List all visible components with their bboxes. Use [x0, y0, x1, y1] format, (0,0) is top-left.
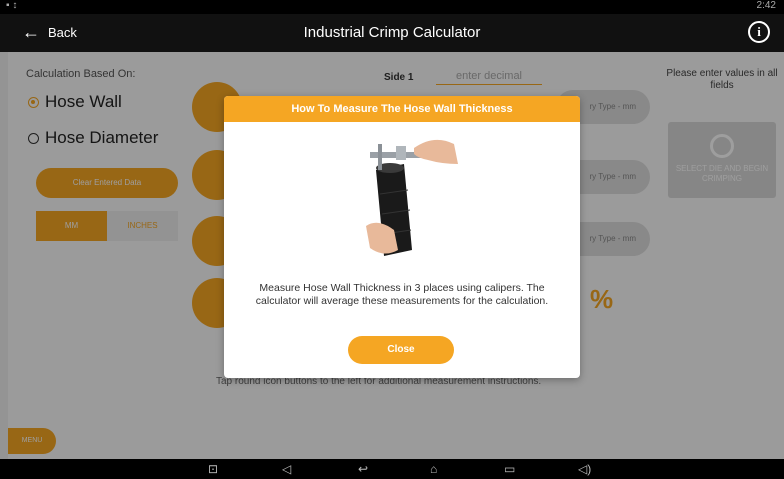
- back-nav-icon[interactable]: ↩: [358, 462, 368, 476]
- status-bar: ▪ ↕ 2:42: [0, 0, 784, 14]
- volume-down-icon[interactable]: ◁: [282, 462, 291, 476]
- app-bar: ← Back Industrial Crimp Calculator i: [0, 14, 784, 52]
- measure-dialog: How To Measure The Hose Wall Thickness M…: [224, 96, 580, 378]
- screenshot-icon[interactable]: ⊡: [208, 462, 218, 476]
- status-time: 2:42: [756, 0, 776, 11]
- android-nav-bar: ⊡ ◁ ↩ ⌂ ▭ ◁): [0, 459, 784, 479]
- dialog-body: Measure Hose Wall Thickness in 3 places …: [255, 282, 549, 307]
- home-nav-icon[interactable]: ⌂: [430, 462, 437, 476]
- volume-up-icon[interactable]: ◁): [578, 462, 591, 476]
- app-title: Industrial Crimp Calculator: [303, 24, 481, 41]
- image-icon: ▪ ↕: [6, 0, 18, 11]
- caliper-hose-illustration: [366, 139, 458, 256]
- dialog-title: How To Measure The Hose Wall Thickness: [224, 96, 580, 122]
- close-button[interactable]: Close: [348, 336, 454, 364]
- recents-nav-icon[interactable]: ▭: [504, 462, 515, 476]
- app-screen: ▪ ↕ 2:42 ← Back Industrial Crimp Calcula…: [0, 0, 784, 479]
- info-icon[interactable]: i: [748, 21, 770, 43]
